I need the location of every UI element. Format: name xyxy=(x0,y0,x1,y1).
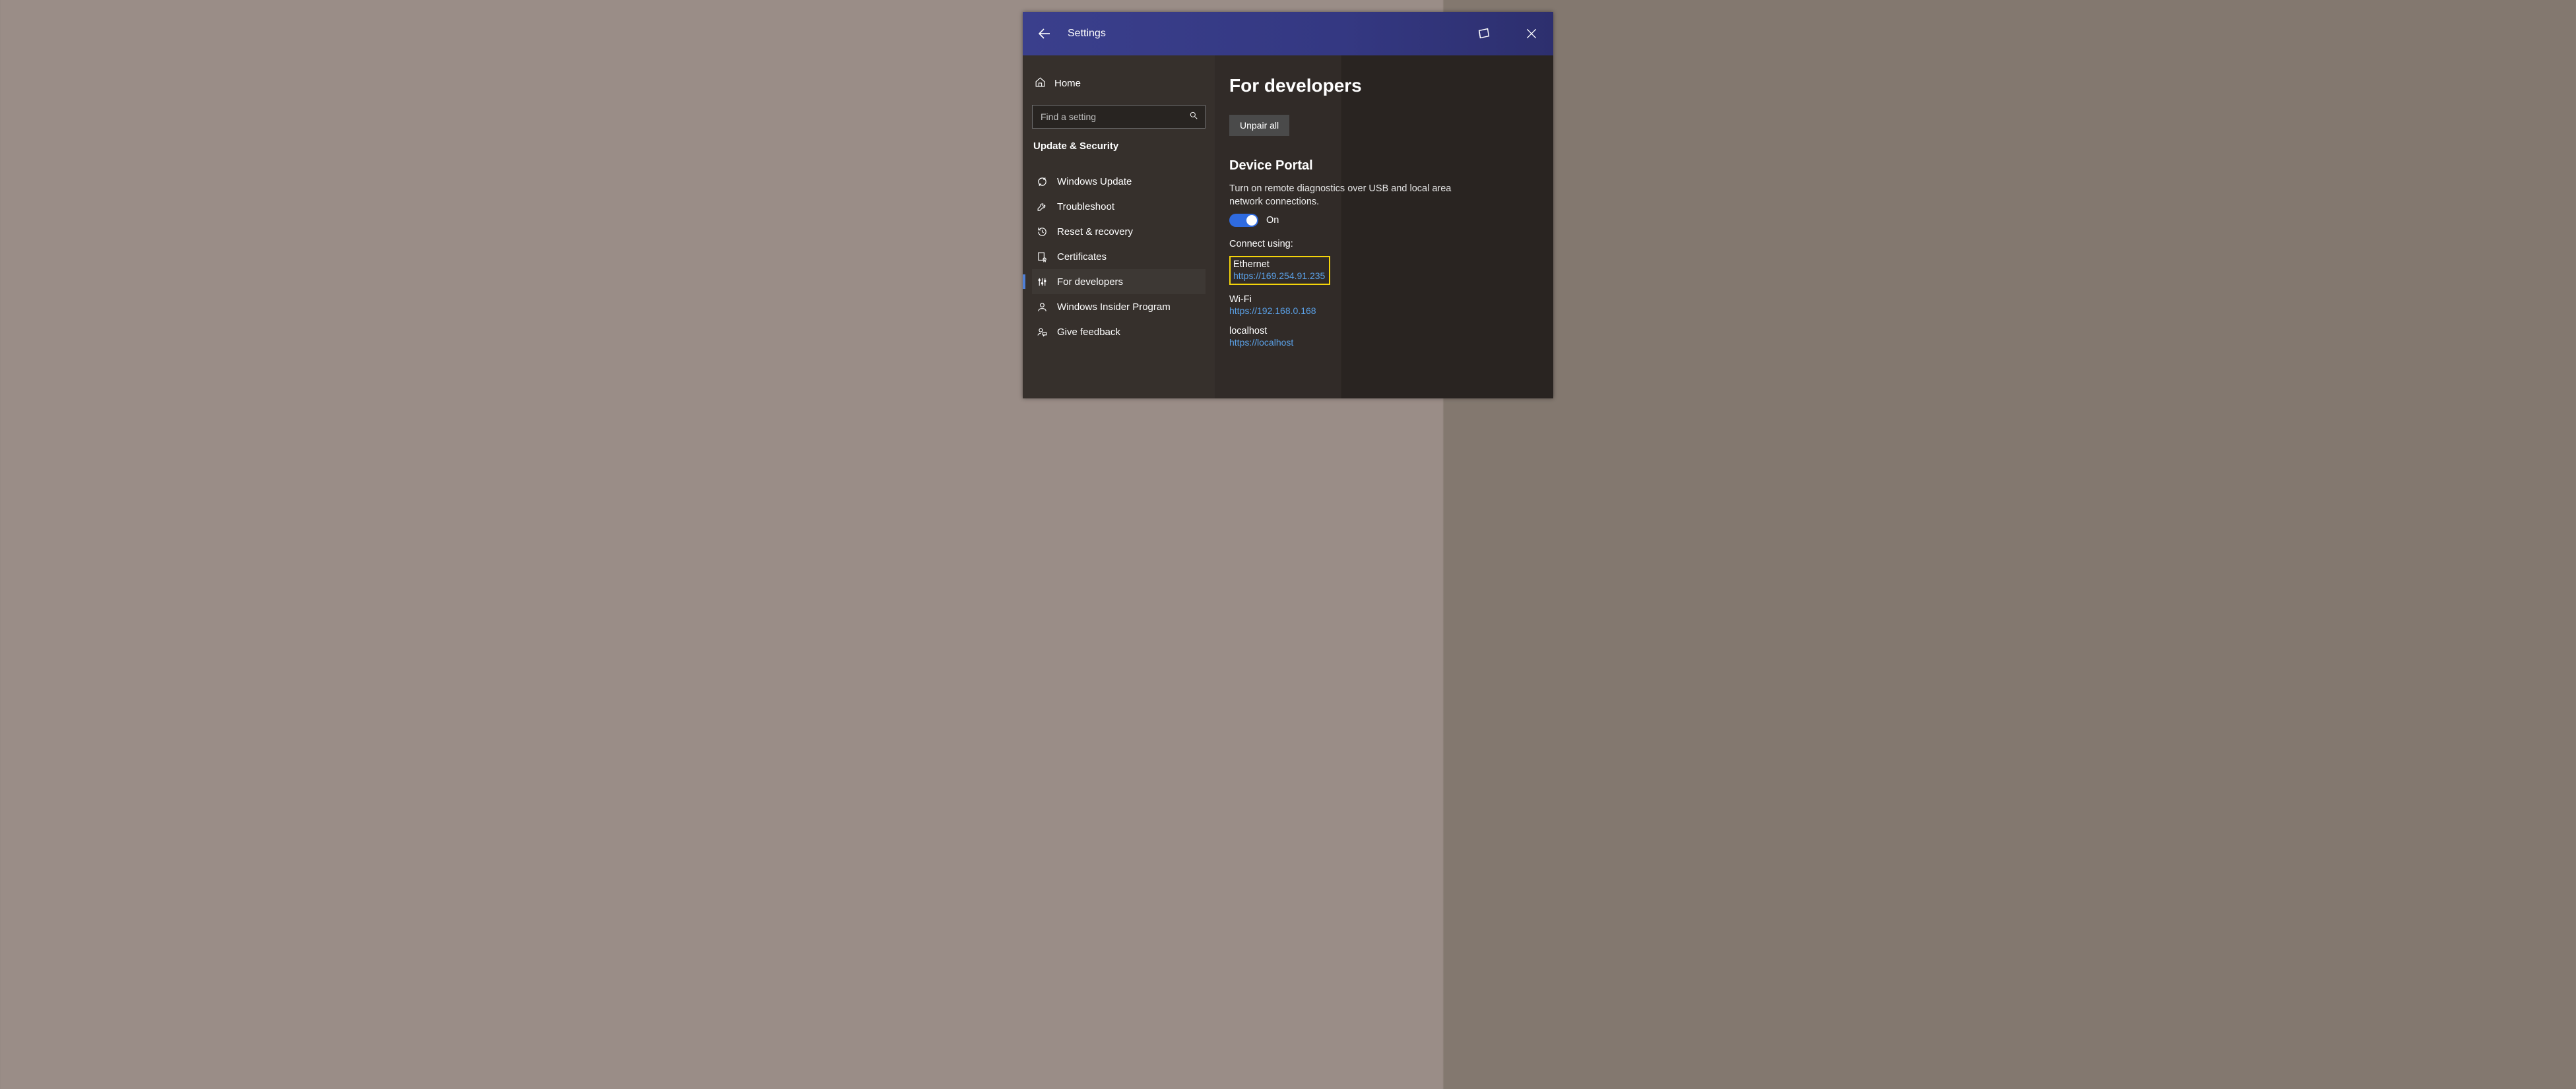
sidebar-item-troubleshoot[interactable]: Troubleshoot xyxy=(1032,194,1206,219)
device-portal-heading: Device Portal xyxy=(1229,158,1539,173)
wrench-icon xyxy=(1036,201,1048,212)
back-button[interactable] xyxy=(1032,21,1057,46)
search-icon xyxy=(1189,111,1198,123)
sidebar-item-label: Reset & recovery xyxy=(1057,226,1133,237)
connection-link-ethernet[interactable]: https://169.254.91.235 xyxy=(1233,270,1325,281)
connection-localhost: localhost https://localhost xyxy=(1229,326,1539,348)
connection-name: Wi-Fi xyxy=(1229,294,1539,305)
toggle-state-label: On xyxy=(1266,215,1279,226)
slate-icon xyxy=(1477,26,1491,41)
search-box[interactable] xyxy=(1032,105,1206,129)
window-body: Home Update & Security Windows Update xyxy=(1023,55,1553,398)
sidebar-item-label: For developers xyxy=(1057,276,1123,288)
toggle-knob xyxy=(1246,215,1257,226)
unpair-all-button[interactable]: Unpair all xyxy=(1229,115,1289,136)
history-icon xyxy=(1036,226,1048,237)
sidebar-item-for-developers[interactable]: For developers xyxy=(1032,269,1206,294)
sidebar-item-reset-recovery[interactable]: Reset & recovery xyxy=(1032,219,1206,244)
sidebar: Home Update & Security Windows Update xyxy=(1023,55,1215,398)
window-title: Settings xyxy=(1068,28,1106,40)
sidebar-item-certificates[interactable]: Certificates xyxy=(1032,244,1206,269)
sidebar-item-label: Troubleshoot xyxy=(1057,201,1114,212)
sidebar-home[interactable]: Home xyxy=(1032,74,1206,93)
sidebar-item-windows-update[interactable]: Windows Update xyxy=(1032,169,1206,194)
sidebar-nav: Windows Update Troubleshoot Reset & reco… xyxy=(1032,169,1206,344)
feedback-icon xyxy=(1036,326,1048,338)
back-arrow-icon xyxy=(1037,26,1052,42)
close-icon xyxy=(1525,27,1538,40)
developers-icon xyxy=(1036,276,1048,288)
device-portal-description: Turn on remote diagnostics over USB and … xyxy=(1229,183,1467,208)
sidebar-item-insider-program[interactable]: Windows Insider Program xyxy=(1032,294,1206,319)
connect-using-label: Connect using: xyxy=(1229,239,1539,249)
connection-name: localhost xyxy=(1229,326,1539,336)
settings-window: Settings Home xyxy=(1023,12,1553,398)
certificate-icon xyxy=(1036,251,1048,263)
sidebar-item-label: Windows Insider Program xyxy=(1057,301,1171,313)
sidebar-item-label: Certificates xyxy=(1057,251,1107,263)
device-portal-toggle-row: On xyxy=(1229,214,1539,227)
connection-wifi: Wi-Fi https://192.168.0.168 xyxy=(1229,294,1539,317)
titlebar: Settings xyxy=(1023,12,1553,55)
connection-name: Ethernet xyxy=(1233,259,1325,270)
close-button[interactable] xyxy=(1519,21,1544,46)
person-icon xyxy=(1036,301,1048,313)
connection-link-localhost[interactable]: https://localhost xyxy=(1229,337,1293,348)
sidebar-item-label: Give feedback xyxy=(1057,327,1120,338)
search-input[interactable] xyxy=(1039,111,1189,123)
connection-link-wifi[interactable]: https://192.168.0.168 xyxy=(1229,305,1316,316)
content-pane: For developers Unpair all Device Portal … xyxy=(1215,55,1553,398)
home-icon xyxy=(1035,77,1046,90)
ethernet-highlight-box: Ethernet https://169.254.91.235 xyxy=(1229,256,1330,285)
sidebar-section-label: Update & Security xyxy=(1032,140,1206,152)
connection-ethernet: Ethernet https://169.254.91.235 xyxy=(1233,259,1325,282)
page-heading: For developers xyxy=(1229,75,1539,96)
sidebar-home-label: Home xyxy=(1054,78,1081,89)
device-portal-toggle[interactable] xyxy=(1229,214,1258,227)
refresh-icon xyxy=(1036,175,1048,187)
sidebar-item-label: Windows Update xyxy=(1057,176,1132,187)
sidebar-item-give-feedback[interactable]: Give feedback xyxy=(1032,319,1206,344)
window-mode-button[interactable] xyxy=(1471,21,1497,46)
